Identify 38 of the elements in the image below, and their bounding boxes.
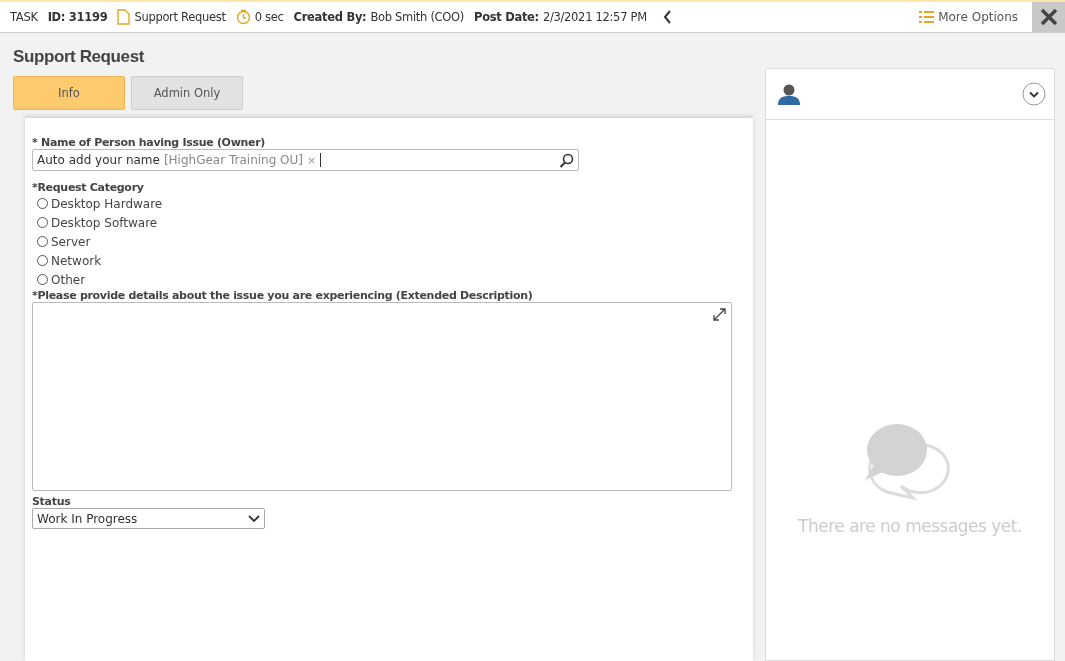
owner-field[interactable]: Auto add your name [HighGear Training OU] × bbox=[32, 149, 579, 171]
elapsed-time: 0 sec bbox=[254, 10, 284, 24]
option-label: Network bbox=[51, 253, 102, 268]
timer-icon bbox=[235, 9, 251, 25]
field-label: Post Date: bbox=[474, 10, 539, 24]
field-label: Created By: bbox=[293, 10, 367, 24]
document-icon bbox=[117, 9, 131, 25]
tab[interactable]: Admin Only bbox=[131, 76, 243, 110]
field-value: 2/3/2021 12:57 PM bbox=[542, 10, 647, 24]
field-label: * Name of Person having Issue (Owner) bbox=[32, 136, 267, 149]
field-label: *Request Category bbox=[32, 181, 145, 194]
option-label: Server bbox=[51, 234, 91, 249]
expand-icon[interactable] bbox=[713, 308, 726, 321]
option-label: Other bbox=[51, 272, 86, 287]
text-cursor bbox=[320, 153, 322, 167]
close-button[interactable] bbox=[1032, 2, 1065, 32]
search-icon[interactable] bbox=[559, 152, 574, 168]
chevron-left-icon[interactable] bbox=[662, 10, 672, 24]
field-label: *Please provide details about the issue you are experiencing (Extended Description) bbox=[32, 289, 534, 302]
task-id: ID: 31199 bbox=[47, 10, 108, 24]
user-avatar-icon bbox=[778, 83, 800, 105]
chevron-down-icon bbox=[248, 514, 260, 523]
org-tag: [HighGear Training OU] bbox=[163, 153, 304, 167]
close-icon bbox=[1039, 8, 1058, 26]
more-options-button[interactable]: More Options bbox=[915, 10, 1022, 24]
field-value: Auto add your name bbox=[37, 153, 160, 167]
task-type: Support Request bbox=[134, 10, 226, 24]
description-field[interactable] bbox=[32, 302, 732, 491]
list-icon bbox=[919, 10, 935, 24]
tab[interactable]: Info bbox=[13, 76, 125, 110]
field-value: Bob Smith (COO) bbox=[370, 10, 464, 24]
option-label: Desktop Hardware bbox=[51, 196, 163, 211]
chevron-down-icon[interactable] bbox=[1022, 82, 1046, 106]
task-label: TASK bbox=[10, 10, 38, 24]
field-label: Status bbox=[32, 495, 72, 508]
status-dropdown[interactable]: Work In Progress bbox=[32, 508, 265, 529]
page-title: Support Request bbox=[12, 46, 146, 67]
option-label: Desktop Software bbox=[51, 215, 158, 230]
